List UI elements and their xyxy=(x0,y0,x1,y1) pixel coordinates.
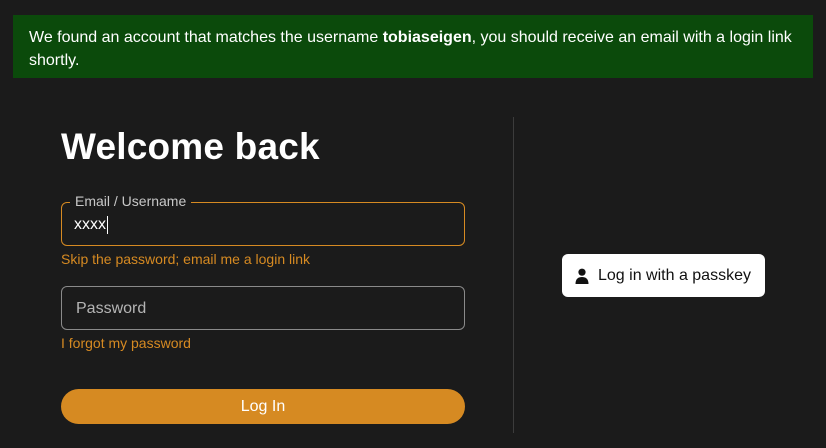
passkey-button-label: Log in with a passkey xyxy=(598,266,751,284)
banner-username: tobiaseigen xyxy=(382,29,472,46)
banner-text-before: We found an account that matches the use… xyxy=(29,29,383,46)
email-label: Email / Username xyxy=(70,193,192,209)
password-placeholder: Password xyxy=(76,300,147,317)
success-banner: We found an account that matches the use… xyxy=(13,15,813,78)
password-field[interactable]: Password xyxy=(61,286,465,330)
email-login-link[interactable]: Skip the password; email me a login link xyxy=(61,251,310,267)
vertical-divider xyxy=(513,117,514,433)
page-title: Welcome back xyxy=(61,126,320,167)
email-field[interactable]: Email / Username xxxx xyxy=(61,193,465,246)
user-icon xyxy=(574,268,590,284)
passkey-login-button[interactable]: Log in with a passkey xyxy=(562,254,765,297)
email-value: xxxx xyxy=(74,216,108,234)
login-button[interactable]: Log In xyxy=(61,389,465,424)
forgot-password-link[interactable]: I forgot my password xyxy=(61,335,191,351)
